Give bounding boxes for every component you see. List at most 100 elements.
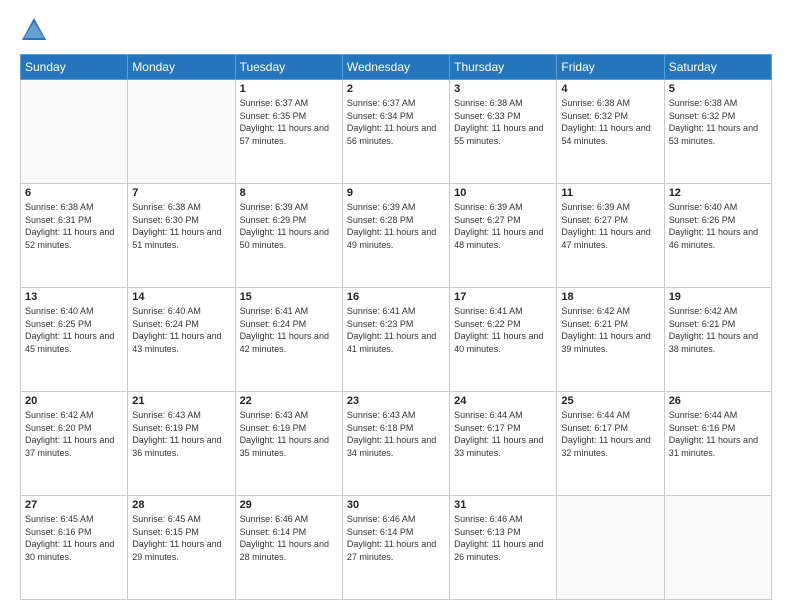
page: SundayMondayTuesdayWednesdayThursdayFrid… xyxy=(0,0,792,612)
day-number: 16 xyxy=(347,291,445,303)
day-info: Sunrise: 6:40 AM Sunset: 6:24 PM Dayligh… xyxy=(132,305,230,355)
day-info: Sunrise: 6:38 AM Sunset: 6:30 PM Dayligh… xyxy=(132,201,230,251)
day-info: Sunrise: 6:43 AM Sunset: 6:18 PM Dayligh… xyxy=(347,409,445,459)
day-info: Sunrise: 6:39 AM Sunset: 6:29 PM Dayligh… xyxy=(240,201,338,251)
calendar-cell: 26 Sunrise: 6:44 AM Sunset: 6:16 PM Dayli… xyxy=(664,392,771,496)
calendar-cell: 4 Sunrise: 6:38 AM Sunset: 6:32 PM Daylig… xyxy=(557,80,664,184)
day-number: 27 xyxy=(25,499,123,511)
calendar-cell: 18 Sunrise: 6:42 AM Sunset: 6:21 PM Dayli… xyxy=(557,288,664,392)
week-row-1: 1 Sunrise: 6:37 AM Sunset: 6:35 PM Daylig… xyxy=(21,80,772,184)
calendar-cell: 13 Sunrise: 6:40 AM Sunset: 6:25 PM Dayli… xyxy=(21,288,128,392)
day-number: 1 xyxy=(240,83,338,95)
calendar-cell: 14 Sunrise: 6:40 AM Sunset: 6:24 PM Dayli… xyxy=(128,288,235,392)
calendar-cell: 17Sunrise: 6:41 AM Sunset: 6:22 PM Dayli… xyxy=(450,288,557,392)
day-info: Sunrise: 6:38 AM Sunset: 6:33 PM Dayligh… xyxy=(454,97,552,147)
calendar-cell: 22Sunrise: 6:43 AM Sunset: 6:19 PM Dayli… xyxy=(235,392,342,496)
day-info: Sunrise: 6:45 AM Sunset: 6:15 PM Dayligh… xyxy=(132,513,230,563)
day-info: Sunrise: 6:39 AM Sunset: 6:28 PM Dayligh… xyxy=(347,201,445,251)
day-info: Sunrise: 6:37 AM Sunset: 6:35 PM Dayligh… xyxy=(240,97,338,147)
day-info: Sunrise: 6:39 AM Sunset: 6:27 PM Dayligh… xyxy=(561,201,659,251)
calendar-cell: 2 Sunrise: 6:37 AM Sunset: 6:34 PM Daylig… xyxy=(342,80,449,184)
day-info: Sunrise: 6:41 AM Sunset: 6:22 PM Dayligh… xyxy=(454,305,552,355)
calendar-cell: 1 Sunrise: 6:37 AM Sunset: 6:35 PM Daylig… xyxy=(235,80,342,184)
calendar-cell xyxy=(128,80,235,184)
day-number: 7 xyxy=(132,187,230,199)
day-number: 6 xyxy=(25,187,123,199)
calendar-cell: 16 Sunrise: 6:41 AM Sunset: 6:23 PM Dayli… xyxy=(342,288,449,392)
day-info: Sunrise: 6:43 AM Sunset: 6:19 PM Dayligh… xyxy=(240,409,338,459)
calendar-cell: 28 Sunrise: 6:45 AM Sunset: 6:15 PM Dayli… xyxy=(128,496,235,600)
calendar-cell: 6 Sunrise: 6:38 AM Sunset: 6:31 PM Daylig… xyxy=(21,184,128,288)
day-number: 25 xyxy=(561,395,659,407)
calendar-cell: 24 Sunrise: 6:44 AM Sunset: 6:17 PM Dayli… xyxy=(450,392,557,496)
day-info: Sunrise: 6:42 AM Sunset: 6:21 PM Dayligh… xyxy=(561,305,659,355)
logo-icon xyxy=(20,16,48,44)
day-number: 8 xyxy=(240,187,338,199)
calendar-cell xyxy=(21,80,128,184)
day-info: Sunrise: 6:44 AM Sunset: 6:16 PM Dayligh… xyxy=(669,409,767,459)
calendar-cell: 7 Sunrise: 6:38 AM Sunset: 6:30 PM Daylig… xyxy=(128,184,235,288)
calendar-cell: 9 Sunrise: 6:39 AM Sunset: 6:28 PM Daylig… xyxy=(342,184,449,288)
day-number: 13 xyxy=(25,291,123,303)
day-info: Sunrise: 6:40 AM Sunset: 6:26 PM Dayligh… xyxy=(669,201,767,251)
weekday-saturday: Saturday xyxy=(664,55,771,80)
day-number: 21 xyxy=(132,395,230,407)
calendar-cell: 8 Sunrise: 6:39 AM Sunset: 6:29 PM Daylig… xyxy=(235,184,342,288)
calendar-cell: 3 Sunrise: 6:38 AM Sunset: 6:33 PM Daylig… xyxy=(450,80,557,184)
day-number: 11 xyxy=(561,187,659,199)
day-info: Sunrise: 6:38 AM Sunset: 6:31 PM Dayligh… xyxy=(25,201,123,251)
calendar-cell: 31Sunrise: 6:46 AM Sunset: 6:13 PM Dayli… xyxy=(450,496,557,600)
day-number: 26 xyxy=(669,395,767,407)
week-row-4: 20Sunrise: 6:42 AM Sunset: 6:20 PM Dayli… xyxy=(21,392,772,496)
day-number: 23 xyxy=(347,395,445,407)
day-info: Sunrise: 6:42 AM Sunset: 6:21 PM Dayligh… xyxy=(669,305,767,355)
calendar-cell: 21 Sunrise: 6:43 AM Sunset: 6:19 PM Dayli… xyxy=(128,392,235,496)
calendar-cell: 15Sunrise: 6:41 AM Sunset: 6:24 PM Dayli… xyxy=(235,288,342,392)
week-row-3: 13 Sunrise: 6:40 AM Sunset: 6:25 PM Dayli… xyxy=(21,288,772,392)
calendar-cell: 11 Sunrise: 6:39 AM Sunset: 6:27 PM Dayli… xyxy=(557,184,664,288)
day-number: 18 xyxy=(561,291,659,303)
header xyxy=(20,16,772,44)
calendar-table: SundayMondayTuesdayWednesdayThursdayFrid… xyxy=(20,54,772,600)
weekday-wednesday: Wednesday xyxy=(342,55,449,80)
day-number: 12 xyxy=(669,187,767,199)
day-info: Sunrise: 6:43 AM Sunset: 6:19 PM Dayligh… xyxy=(132,409,230,459)
calendar-cell xyxy=(664,496,771,600)
day-info: Sunrise: 6:40 AM Sunset: 6:25 PM Dayligh… xyxy=(25,305,123,355)
day-number: 29 xyxy=(240,499,338,511)
day-info: Sunrise: 6:38 AM Sunset: 6:32 PM Dayligh… xyxy=(561,97,659,147)
calendar-cell: 10Sunrise: 6:39 AM Sunset: 6:27 PM Dayli… xyxy=(450,184,557,288)
day-info: Sunrise: 6:41 AM Sunset: 6:23 PM Dayligh… xyxy=(347,305,445,355)
calendar-cell xyxy=(557,496,664,600)
calendar-cell: 23 Sunrise: 6:43 AM Sunset: 6:18 PM Dayli… xyxy=(342,392,449,496)
day-number: 20 xyxy=(25,395,123,407)
day-info: Sunrise: 6:44 AM Sunset: 6:17 PM Dayligh… xyxy=(561,409,659,459)
calendar-cell: 19 Sunrise: 6:42 AM Sunset: 6:21 PM Dayli… xyxy=(664,288,771,392)
day-number: 9 xyxy=(347,187,445,199)
day-number: 15 xyxy=(240,291,338,303)
calendar-cell: 20Sunrise: 6:42 AM Sunset: 6:20 PM Dayli… xyxy=(21,392,128,496)
day-info: Sunrise: 6:39 AM Sunset: 6:27 PM Dayligh… xyxy=(454,201,552,251)
day-info: Sunrise: 6:37 AM Sunset: 6:34 PM Dayligh… xyxy=(347,97,445,147)
week-row-5: 27 Sunrise: 6:45 AM Sunset: 6:16 PM Dayli… xyxy=(21,496,772,600)
day-number: 30 xyxy=(347,499,445,511)
week-row-2: 6 Sunrise: 6:38 AM Sunset: 6:31 PM Daylig… xyxy=(21,184,772,288)
day-info: Sunrise: 6:45 AM Sunset: 6:16 PM Dayligh… xyxy=(25,513,123,563)
logo xyxy=(20,16,52,44)
day-number: 24 xyxy=(454,395,552,407)
day-number: 2 xyxy=(347,83,445,95)
calendar-cell: 12 Sunrise: 6:40 AM Sunset: 6:26 PM Dayli… xyxy=(664,184,771,288)
day-number: 28 xyxy=(132,499,230,511)
day-info: Sunrise: 6:44 AM Sunset: 6:17 PM Dayligh… xyxy=(454,409,552,459)
day-number: 5 xyxy=(669,83,767,95)
day-number: 14 xyxy=(132,291,230,303)
weekday-sunday: Sunday xyxy=(21,55,128,80)
weekday-tuesday: Tuesday xyxy=(235,55,342,80)
day-number: 19 xyxy=(669,291,767,303)
calendar-cell: 5Sunrise: 6:38 AM Sunset: 6:32 PM Daylig… xyxy=(664,80,771,184)
day-number: 4 xyxy=(561,83,659,95)
calendar-cell: 29Sunrise: 6:46 AM Sunset: 6:14 PM Dayli… xyxy=(235,496,342,600)
day-info: Sunrise: 6:46 AM Sunset: 6:14 PM Dayligh… xyxy=(347,513,445,563)
day-number: 3 xyxy=(454,83,552,95)
weekday-monday: Monday xyxy=(128,55,235,80)
